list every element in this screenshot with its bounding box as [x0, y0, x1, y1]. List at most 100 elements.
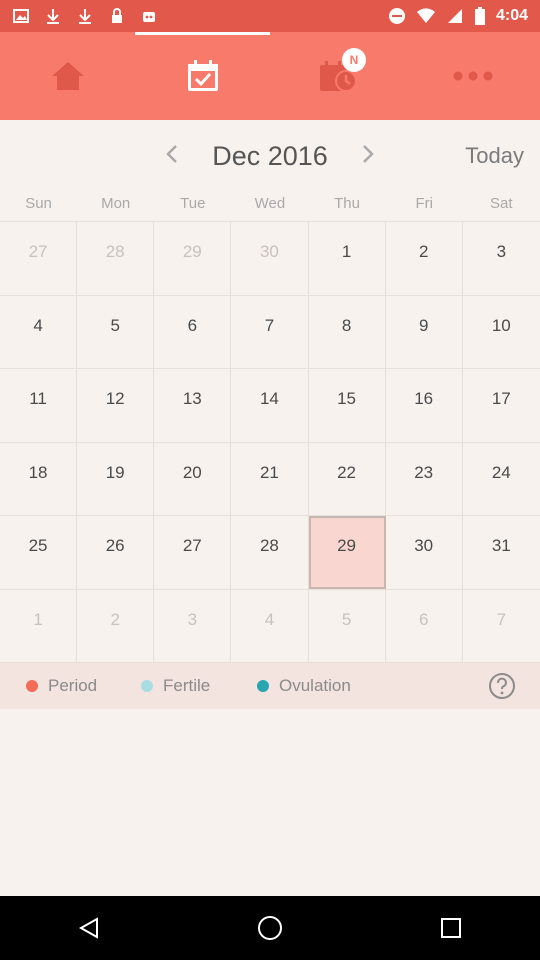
day-cell[interactable]: 14	[231, 369, 309, 442]
signal-icon	[446, 7, 464, 25]
legend-ovulation: Ovulation	[257, 676, 351, 696]
fertile-dot-icon	[141, 680, 153, 692]
day-cell[interactable]: 16	[386, 369, 463, 442]
wifi-icon	[416, 7, 436, 25]
battery-icon	[474, 7, 486, 25]
day-cell[interactable]: 24	[463, 443, 540, 516]
day-cell[interactable]: 30	[386, 516, 463, 589]
weekday-label: Tue	[180, 195, 206, 212]
day-cell[interactable]: 22	[309, 442, 386, 515]
day-cell[interactable]: 5	[77, 295, 155, 368]
day-cell[interactable]: 3	[154, 589, 232, 662]
calendar-week: 25 26 27 28 29 30 31	[0, 516, 540, 590]
weekday-header: Sun Mon Tue Wed Thu Fri Sat	[0, 192, 540, 220]
day-cell[interactable]: 3	[463, 222, 540, 295]
system-nav-bar	[0, 896, 540, 960]
day-cell[interactable]: 4	[231, 589, 309, 662]
tab-more[interactable]	[405, 32, 540, 120]
day-cell[interactable]: 15	[309, 369, 386, 442]
day-cell[interactable]: 6	[154, 295, 232, 368]
day-cell[interactable]: 27	[0, 222, 78, 295]
day-cell[interactable]: 19	[77, 442, 155, 515]
selected-day-cell[interactable]: 29	[308, 516, 386, 589]
lock-icon	[108, 7, 126, 25]
calendar-week: 18 19 20 21 22 23 24	[0, 442, 540, 516]
calendar-check-icon	[186, 59, 220, 93]
top-tab-bar: N	[0, 32, 540, 120]
month-title: Dec 2016	[212, 141, 328, 171]
day-cell[interactable]: 7	[231, 295, 309, 368]
calendar-week: 1 2 3 4 5 6 7	[0, 589, 540, 663]
period-dot-icon	[26, 680, 38, 692]
download-icon	[76, 7, 94, 25]
tab-reminders[interactable]: N	[270, 32, 405, 120]
legend-label: Fertile	[163, 676, 211, 695]
legend-fertile: Fertile	[141, 676, 210, 696]
day-cell[interactable]: 4	[0, 295, 78, 368]
day-cell[interactable]: 1	[0, 589, 78, 662]
back-icon[interactable]	[77, 916, 101, 940]
legend-label: Ovulation	[279, 676, 351, 695]
robot-icon	[140, 7, 158, 25]
weekday-label: Sat	[490, 195, 513, 212]
day-cell[interactable]: 27	[154, 516, 232, 589]
day-cell[interactable]: 29	[154, 222, 232, 295]
day-cell[interactable]: 13	[154, 369, 232, 442]
content-area	[0, 709, 540, 896]
day-cell[interactable]: 23	[386, 442, 463, 515]
next-month-button[interactable]	[350, 138, 386, 174]
image-icon	[12, 7, 30, 25]
prev-month-button[interactable]	[154, 138, 190, 174]
legend-label: Period	[48, 676, 98, 695]
day-cell[interactable]: 28	[77, 222, 155, 295]
legend-period: Period	[26, 676, 97, 696]
home-circle-icon[interactable]	[256, 914, 284, 942]
chevron-left-icon	[165, 144, 179, 169]
weekday-label: Sun	[25, 195, 52, 212]
status-time: 4:04	[495, 7, 528, 24]
ovulation-dot-icon	[257, 680, 269, 692]
help-icon	[488, 673, 516, 704]
weekday-label: Fri	[415, 195, 433, 212]
day-cell[interactable]: 8	[309, 295, 386, 368]
recents-icon[interactable]	[439, 916, 463, 940]
weekday-label: Thu	[334, 195, 360, 212]
day-cell[interactable]: 5	[309, 589, 386, 662]
day-cell[interactable]: 2	[386, 222, 463, 295]
download-icon	[44, 7, 62, 25]
day-cell[interactable]: 1	[309, 222, 386, 295]
today-button[interactable]: Today	[465, 138, 524, 174]
day-cell[interactable]: 31	[463, 516, 540, 589]
do-not-disturb-icon	[388, 7, 406, 25]
day-cell[interactable]: 9	[386, 295, 463, 368]
day-cell[interactable]: 20	[154, 442, 232, 515]
more-dots-icon	[453, 71, 493, 81]
cycle-legend: Period Fertile Ovulation	[0, 663, 540, 709]
day-cell[interactable]: 17	[463, 369, 540, 442]
month-header: Dec 2016 Today	[0, 120, 540, 192]
calendar-week: 4 5 6 7 8 9 10	[0, 295, 540, 369]
weekday-label: Wed	[254, 195, 286, 212]
calendar-week: 11 12 13 14 15 16 17	[0, 369, 540, 443]
day-cell[interactable]: 30	[231, 222, 309, 295]
day-cell[interactable]: 21	[231, 442, 309, 515]
day-cell[interactable]: 12	[77, 369, 155, 442]
calendar-week: 27 28 29 30 1 2 3	[0, 222, 540, 296]
day-cell[interactable]: 18	[0, 442, 78, 515]
day-cell[interactable]: 6	[386, 589, 463, 662]
day-cell[interactable]: 28	[231, 516, 309, 589]
day-cell[interactable]: 10	[463, 296, 540, 369]
day-cell[interactable]: 7	[463, 590, 540, 663]
day-cell[interactable]: 2	[77, 589, 155, 662]
chevron-right-icon	[361, 144, 375, 169]
day-cell[interactable]: 25	[0, 516, 78, 589]
home-icon	[50, 60, 86, 92]
day-cell[interactable]: 26	[77, 516, 155, 589]
weekday-label: Mon	[101, 195, 131, 212]
help-button[interactable]	[488, 672, 516, 700]
status-bar: 4:04	[0, 0, 540, 32]
day-cell[interactable]: 11	[0, 369, 78, 442]
notification-badge: N	[342, 48, 366, 72]
tab-home[interactable]	[0, 32, 135, 120]
tab-calendar[interactable]	[135, 32, 270, 120]
